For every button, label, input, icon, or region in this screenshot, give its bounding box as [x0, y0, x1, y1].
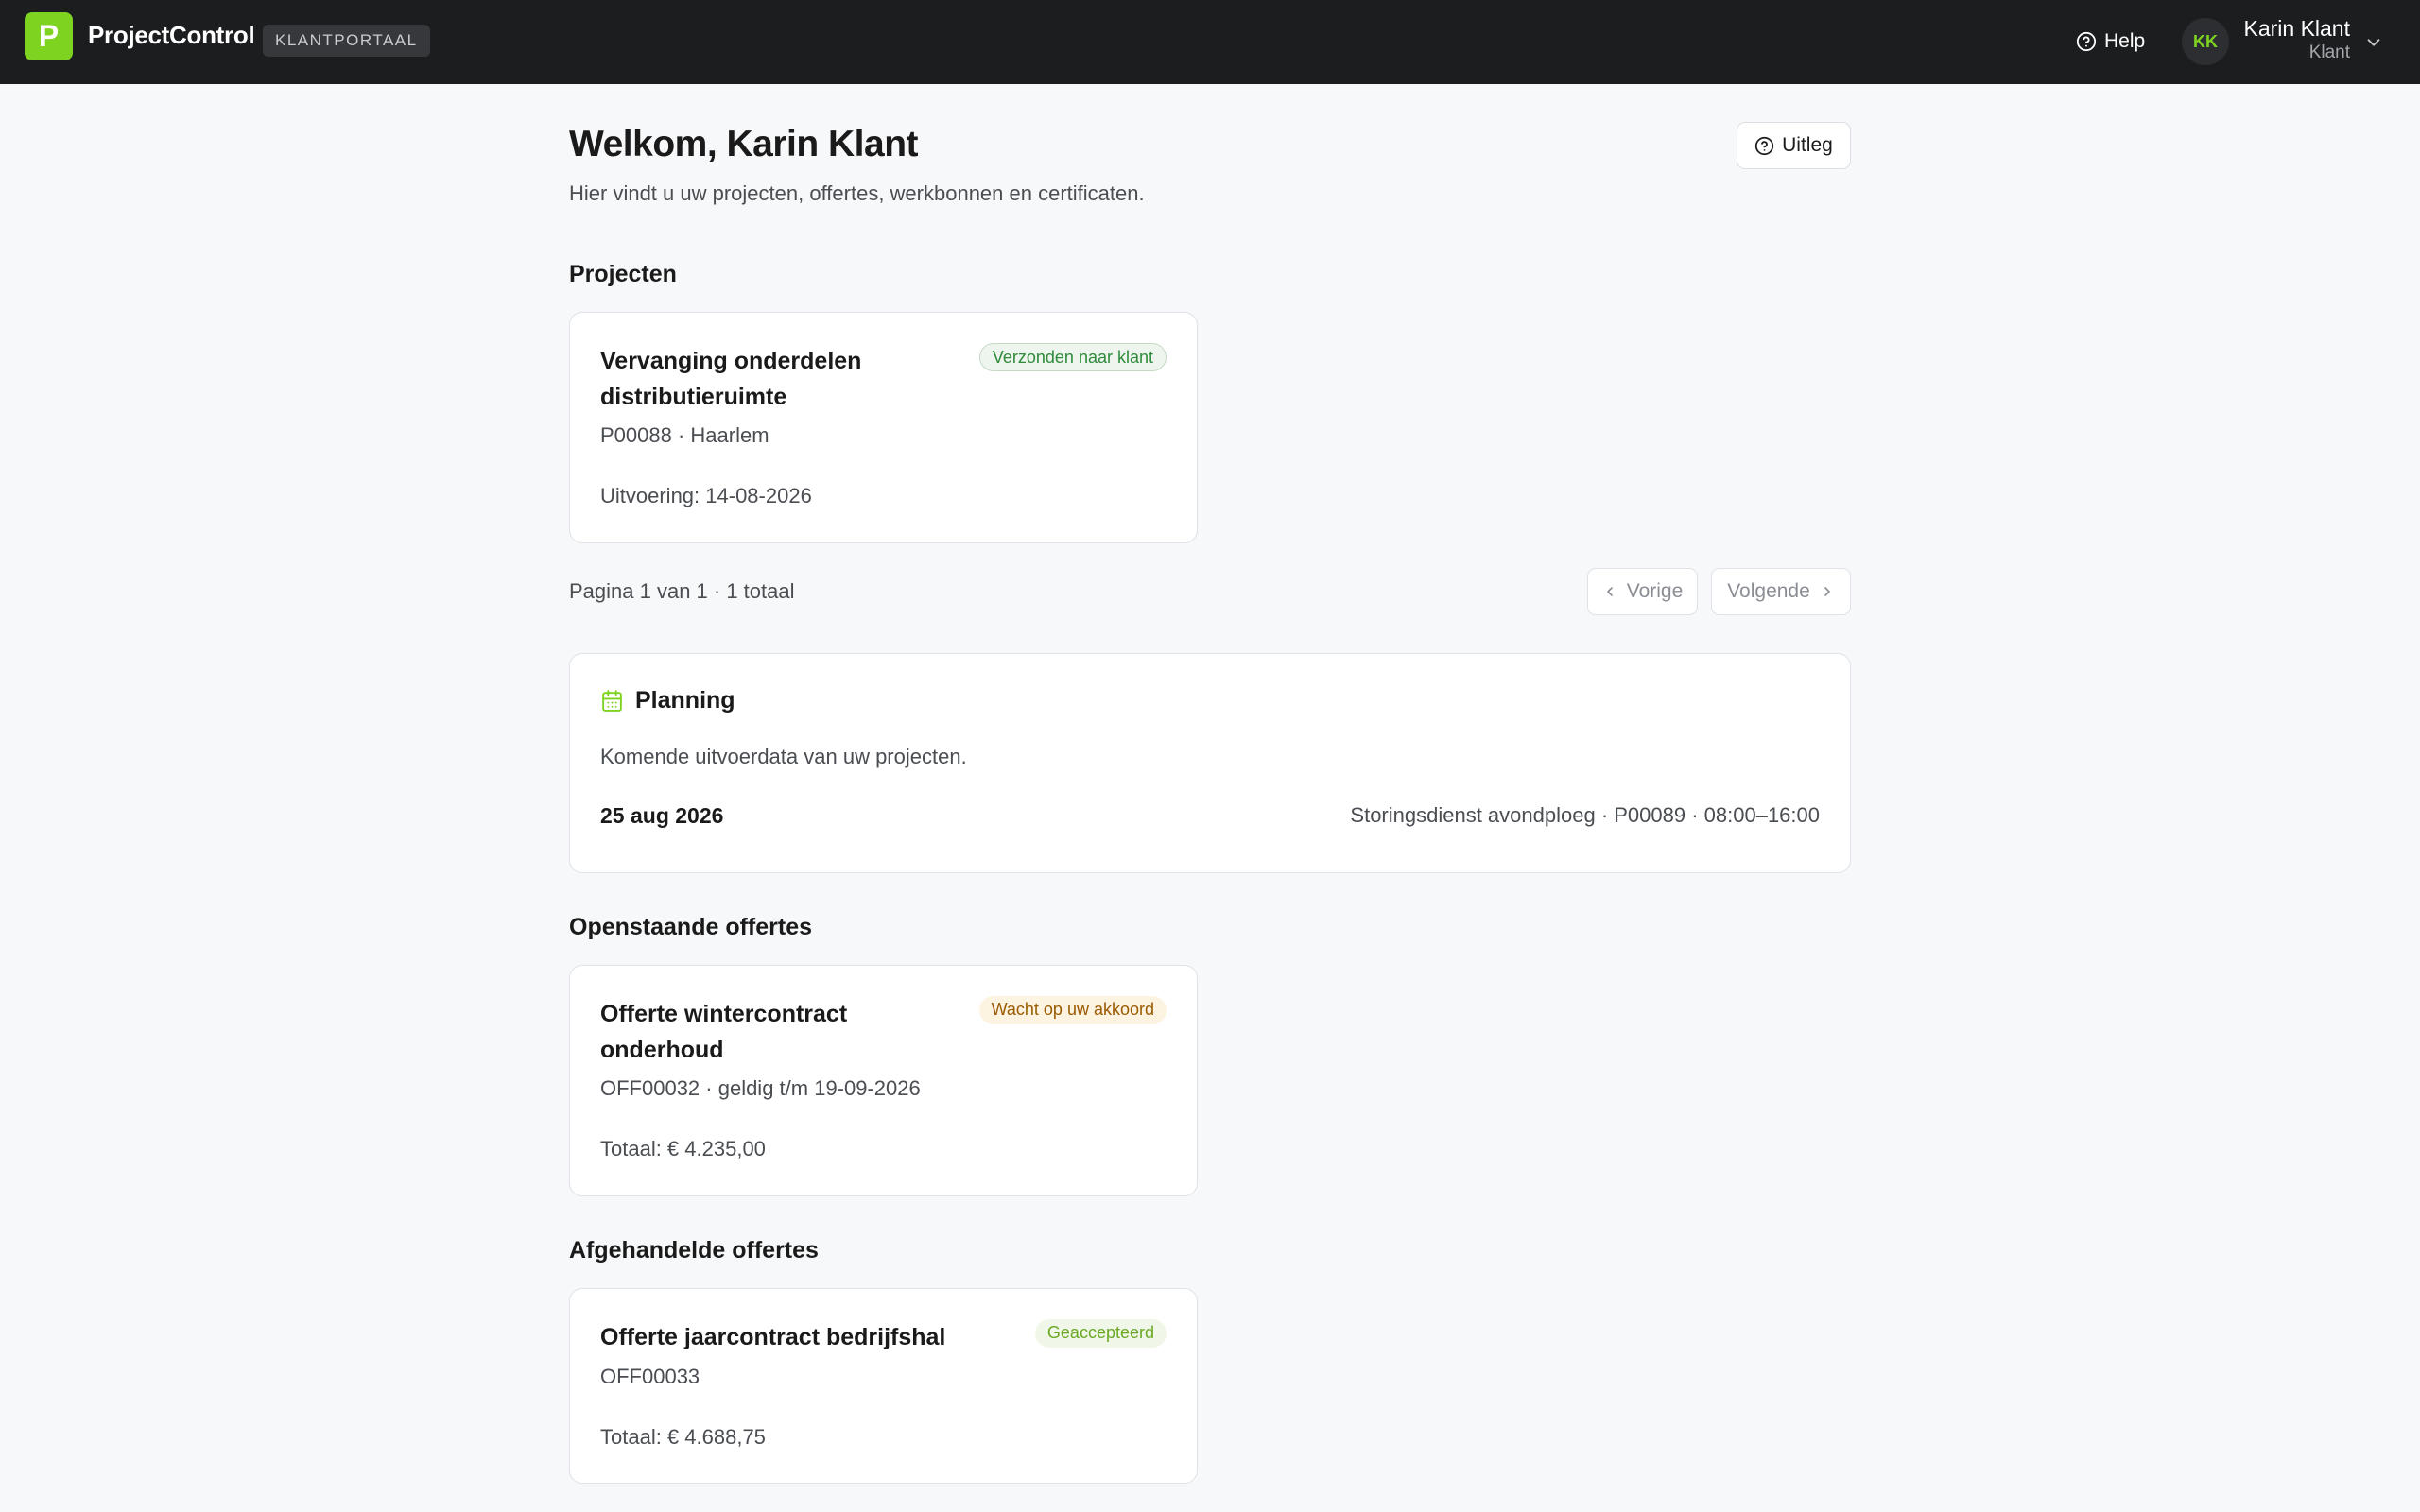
page-subtitle: Hier vindt u uw projecten, offertes, wer…: [569, 181, 1145, 205]
user-name[interactable]: Karin Klant: [2243, 15, 2350, 42]
status-badge: Wacht op uw akkoord: [978, 996, 1167, 1024]
planning-description: Komende uitvoerdata van uw projecten.: [600, 745, 967, 768]
closed-quotes-heading: Afgehandelde offertes: [569, 1237, 819, 1263]
chevron-left-icon: [1606, 587, 1613, 596]
closed-quote-card[interactable]: Offerte jaarcontract bedrijfshal Geaccep…: [569, 1288, 1198, 1484]
next-page-label: Volgende: [1727, 580, 1810, 602]
previous-page-label: Vorige: [1626, 580, 1684, 602]
quote-title-line2: onderhoud: [600, 1037, 724, 1063]
open-quotes-heading: Openstaande offertes: [569, 914, 813, 940]
planning-entry-detail[interactable]: Storingsdienst avondploeg · P00089 · 08:…: [1350, 801, 1820, 830]
quote-total: Totaal: € 4.688,75: [600, 1425, 766, 1449]
calendar-icon: [602, 689, 622, 712]
project-execution-date: Uitvoering: 14-08-2026: [600, 484, 812, 507]
help-label: Help: [2104, 30, 2146, 52]
app-name[interactable]: ProjectControl: [88, 21, 255, 49]
project-card[interactable]: Vervanging onderdelen distributieruimte …: [569, 312, 1198, 543]
question-circle-icon: [2076, 31, 2097, 52]
planning-entry-date: 25 aug 2026: [600, 803, 724, 828]
question-circle-icon: [1755, 136, 1774, 155]
avatar[interactable]: KK: [2182, 18, 2229, 65]
app-logo[interactable]: P: [25, 12, 73, 60]
projects-heading: Projecten: [569, 261, 677, 287]
project-meta: P00088 · Haarlem: [600, 423, 769, 447]
page-title: Welkom, Karin Klant: [569, 124, 919, 164]
top-bar: P ProjectControl KLANTPORTAAL Help KK Ka…: [0, 0, 2420, 84]
chevron-right-icon: [1824, 587, 1830, 596]
next-page-button[interactable]: Volgende: [1711, 568, 1851, 615]
uitleg-label: Uitleg: [1782, 134, 1833, 156]
quote-total: Totaal: € 4.235,00: [600, 1137, 766, 1160]
previous-page-button[interactable]: Vorige: [1587, 568, 1698, 615]
project-title-line1: Vervanging onderdelen: [600, 348, 862, 374]
user-role: Klant: [2308, 43, 2350, 62]
quote-title: Offerte jaarcontract bedrijfshal: [600, 1324, 946, 1350]
quote-title-line1: Offerte wintercontract: [600, 1001, 848, 1027]
chevron-down-icon[interactable]: [2363, 32, 2384, 53]
quote-meta: OFF00033: [600, 1365, 700, 1388]
portal-badge: KLANTPORTAAL: [263, 25, 430, 57]
project-title-line2: distributieruimte: [600, 384, 787, 410]
pagination-info: Pagina 1 van 1 · 1 totaal: [569, 579, 795, 603]
planning-title: Planning: [635, 687, 735, 713]
planning-header: Planning: [600, 685, 735, 715]
planning-card: Planning Komende uitvoerdata van uw proj…: [569, 653, 1851, 873]
status-badge: Geaccepteerd: [1034, 1319, 1167, 1348]
status-badge: Verzonden naar klant: [978, 343, 1167, 371]
uitleg-button[interactable]: Uitleg: [1737, 122, 1851, 169]
quote-meta: OFF00032 · geldig t/m 19-09-2026: [600, 1076, 921, 1100]
help-link[interactable]: Help: [2076, 26, 2145, 58]
open-quote-card[interactable]: Offerte wintercontract onderhoud Wacht o…: [569, 965, 1198, 1196]
